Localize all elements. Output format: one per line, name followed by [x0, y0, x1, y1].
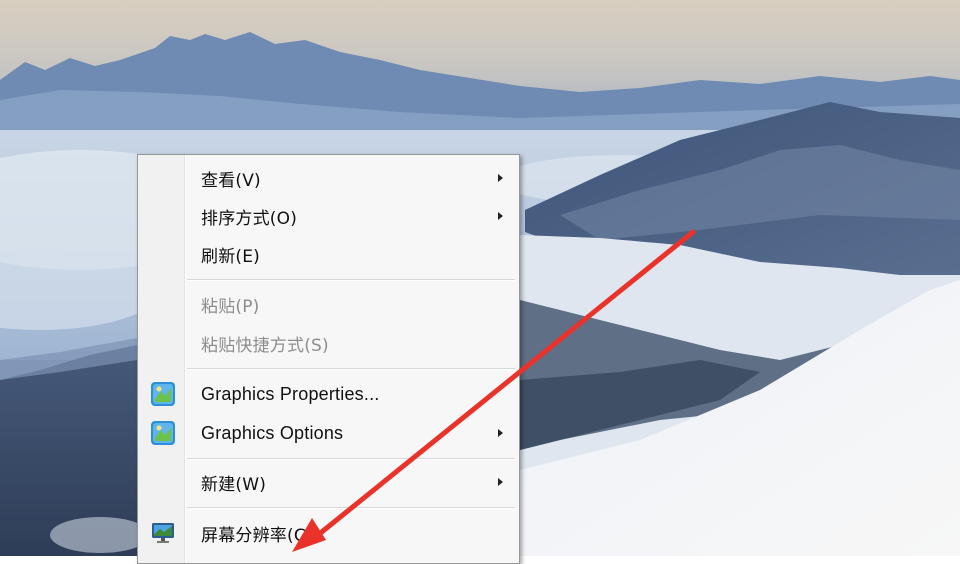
desktop-context-menu: 查看(V) 排序方式(O) 刷新(E) 粘贴(P) 粘贴快捷方式(S) Grap…: [137, 154, 520, 564]
menu-separator: [187, 507, 515, 509]
menu-item-label: 粘贴(P): [201, 296, 260, 317]
menu-item-label: 刷新(E): [201, 246, 261, 267]
menu-item-paste[interactable]: 粘贴(P): [140, 286, 517, 322]
menu-item-label: 新建(W): [201, 474, 267, 495]
menu-item-view[interactable]: 查看(V): [140, 160, 517, 196]
menu-item-screen-resolution[interactable]: 屏幕分辨率(C): [140, 515, 517, 551]
menu-item-label: 屏幕分辨率(C): [201, 525, 313, 546]
menu-separator: [187, 458, 515, 460]
menu-item-graphics-options[interactable]: Graphics Options: [140, 415, 517, 451]
menu-item-label: 排序方式(O): [201, 208, 298, 229]
menu-separator: [187, 279, 515, 281]
submenu-arrow-icon: [498, 478, 503, 486]
menu-item-label: Graphics Options: [201, 422, 344, 443]
submenu-arrow-icon: [498, 174, 503, 182]
menu-item-label: Graphics Properties...: [201, 383, 380, 404]
menu-separator: [187, 368, 515, 370]
menu-item-paste-shortcut[interactable]: 粘贴快捷方式(S): [140, 325, 517, 361]
menu-item-sort-by[interactable]: 排序方式(O): [140, 198, 517, 234]
menu-item-label: 查看(V): [201, 170, 261, 191]
submenu-arrow-icon: [498, 429, 503, 437]
menu-item-label: 粘贴快捷方式(S): [201, 335, 329, 356]
submenu-arrow-icon: [498, 212, 503, 220]
intel-graphics-icon: [150, 381, 176, 407]
menu-item-refresh[interactable]: 刷新(E): [140, 236, 517, 272]
menu-item-new[interactable]: 新建(W): [140, 464, 517, 500]
monitor-icon: [150, 520, 176, 546]
menu-item-graphics-properties[interactable]: Graphics Properties...: [140, 376, 517, 412]
intel-graphics-icon: [150, 420, 176, 446]
